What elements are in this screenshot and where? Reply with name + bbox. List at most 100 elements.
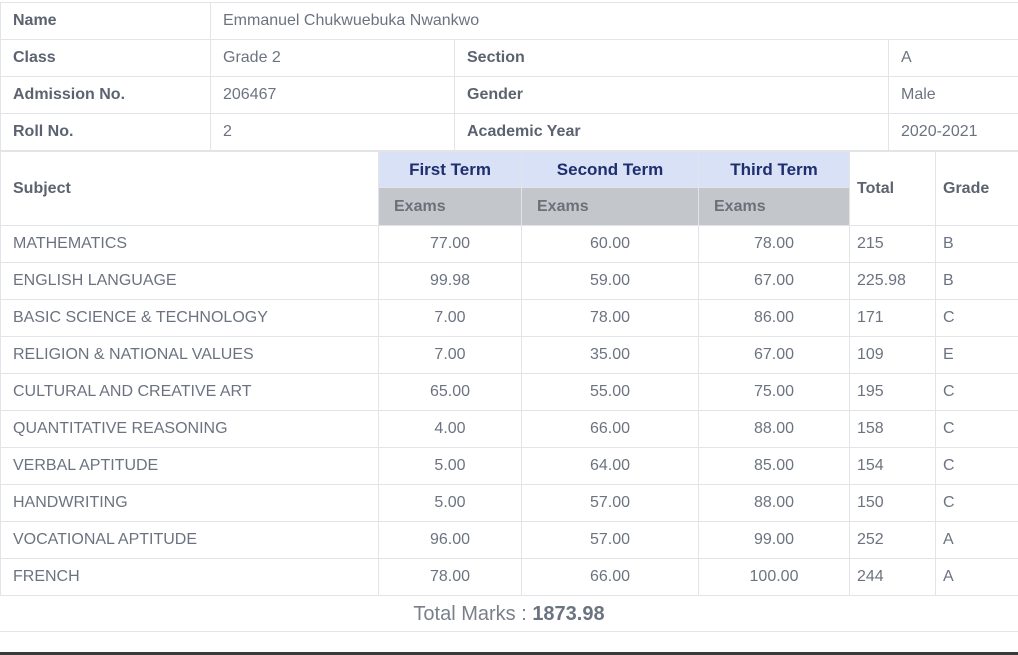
subject-header: Subject (0, 151, 379, 226)
total-cell: 158 (849, 410, 936, 448)
second-term-cell: 59.00 (521, 262, 699, 300)
table-row: VERBAL APTITUDE 5.00 64.00 85.00 154 C (0, 447, 1018, 485)
second-term-cell: 35.00 (521, 336, 699, 374)
first-term-cell: 65.00 (378, 373, 522, 411)
second-term-cell: 66.00 (521, 410, 699, 448)
admission-label: Admission No. (0, 76, 211, 114)
first-term-header: First Term (378, 151, 522, 188)
total-cell: 150 (849, 484, 936, 522)
year-label: Academic Year (454, 113, 889, 151)
table-row: QUANTITATIVE REASONING 4.00 66.00 88.00 … (0, 410, 1018, 448)
subject-cell: BASIC SCIENCE & TECHNOLOGY (0, 299, 379, 337)
second-term-cell: 55.00 (521, 373, 699, 411)
marks-table: Subject First Term Second Term Third Ter… (0, 151, 1018, 596)
total-cell: 171 (849, 299, 936, 337)
name-value: Emmanuel Chukwuebuka Nwankwo (209, 2, 1018, 40)
subject-cell: VERBAL APTITUDE (0, 447, 379, 485)
second-term-header: Second Term (521, 151, 699, 188)
total-cell: 154 (849, 447, 936, 485)
total-cell: 195 (849, 373, 936, 411)
first-term-exams-header: Exams (378, 187, 522, 226)
class-value: Grade 2 (210, 39, 455, 77)
second-term-exams-header: Exams (521, 187, 699, 226)
gender-label: Gender (454, 76, 889, 114)
third-term-header: Third Term (698, 151, 850, 188)
first-term-cell: 77.00 (378, 225, 522, 263)
total-marks-label: Total Marks : (413, 603, 533, 625)
subject-cell: ENGLISH LANGUAGE (0, 262, 379, 300)
report-card: Name Emmanuel Chukwuebuka Nwankwo Class … (0, 0, 1018, 655)
third-term-cell: 78.00 (698, 225, 850, 263)
grade-cell: A (935, 521, 1018, 559)
second-term-cell: 64.00 (521, 447, 699, 485)
first-term-cell: 4.00 (378, 410, 522, 448)
grade-cell: C (935, 484, 1018, 522)
third-term-cell: 67.00 (698, 336, 850, 374)
subject-cell: VOCATIONAL APTITUDE (0, 521, 379, 559)
table-row: BASIC SCIENCE & TECHNOLOGY 7.00 78.00 86… (0, 299, 1018, 337)
table-row: RELIGION & NATIONAL VALUES 7.00 35.00 67… (0, 336, 1018, 374)
second-term-cell: 57.00 (521, 484, 699, 522)
info-row-admission: Admission No. 206467 Gender Male (0, 76, 1018, 114)
third-term-cell: 99.00 (698, 521, 850, 559)
second-term-cell: 57.00 (521, 521, 699, 559)
roll-label: Roll No. (0, 113, 211, 151)
marks-header-row: Subject First Term Second Term Third Ter… (0, 151, 1018, 226)
total-marks-value: 1873.98 (532, 603, 605, 625)
total-marks: Total Marks : 1873.98 (0, 596, 1018, 632)
grade-cell: C (935, 299, 1018, 337)
table-row: HANDWRITING 5.00 57.00 88.00 150 C (0, 484, 1018, 522)
admission-value: 206467 (210, 76, 455, 114)
table-row: FRENCH 78.00 66.00 100.00 244 A (0, 558, 1018, 596)
subject-cell: FRENCH (0, 558, 379, 596)
info-row-name: Name Emmanuel Chukwuebuka Nwankwo (0, 2, 1018, 40)
subject-cell: RELIGION & NATIONAL VALUES (0, 336, 379, 374)
gender-value: Male (887, 76, 1018, 114)
grade-cell: A (935, 558, 1018, 596)
subject-cell: MATHEMATICS (0, 225, 379, 263)
total-cell: 215 (849, 225, 936, 263)
subject-cell: HANDWRITING (0, 484, 379, 522)
total-cell: 109 (849, 336, 936, 374)
table-row: VOCATIONAL APTITUDE 96.00 57.00 99.00 25… (0, 521, 1018, 559)
total-cell: 252 (849, 521, 936, 559)
table-row: CULTURAL AND CREATIVE ART 65.00 55.00 75… (0, 373, 1018, 411)
second-term-cell: 66.00 (521, 558, 699, 596)
marks-body: MATHEMATICS 77.00 60.00 78.00 215 B ENGL… (0, 225, 1018, 596)
roll-value: 2 (210, 113, 455, 151)
third-term-cell: 88.00 (698, 410, 850, 448)
grade-cell: C (935, 410, 1018, 448)
section-label: Section (454, 39, 889, 77)
third-term-cell: 86.00 (698, 299, 850, 337)
second-term-cell: 60.00 (521, 225, 699, 263)
subject-cell: QUANTITATIVE REASONING (0, 410, 379, 448)
total-header: Total (849, 151, 936, 226)
grade-cell: C (935, 373, 1018, 411)
grade-cell: B (935, 262, 1018, 300)
second-term-cell: 78.00 (521, 299, 699, 337)
first-term-cell: 7.00 (378, 336, 522, 374)
third-term-cell: 88.00 (698, 484, 850, 522)
third-term-cell: 100.00 (698, 558, 850, 596)
grade-header: Grade (935, 151, 1018, 226)
third-term-cell: 85.00 (698, 447, 850, 485)
total-cell: 225.98 (849, 262, 936, 300)
grade-cell: B (935, 225, 1018, 263)
info-row-roll: Roll No. 2 Academic Year 2020-2021 (0, 113, 1018, 151)
class-label: Class (0, 39, 211, 77)
total-cell: 244 (849, 558, 936, 596)
grade-cell: E (935, 336, 1018, 374)
third-term-cell: 75.00 (698, 373, 850, 411)
first-term-cell: 7.00 (378, 299, 522, 337)
grade-cell: C (935, 447, 1018, 485)
first-term-cell: 99.98 (378, 262, 522, 300)
first-term-cell: 5.00 (378, 447, 522, 485)
third-term-exams-header: Exams (698, 187, 850, 226)
year-value: 2020-2021 (887, 113, 1018, 151)
name-label: Name (0, 2, 211, 40)
first-term-cell: 5.00 (378, 484, 522, 522)
table-row: MATHEMATICS 77.00 60.00 78.00 215 B (0, 225, 1018, 263)
first-term-cell: 78.00 (378, 558, 522, 596)
section-value: A (887, 39, 1018, 77)
subject-cell: CULTURAL AND CREATIVE ART (0, 373, 379, 411)
